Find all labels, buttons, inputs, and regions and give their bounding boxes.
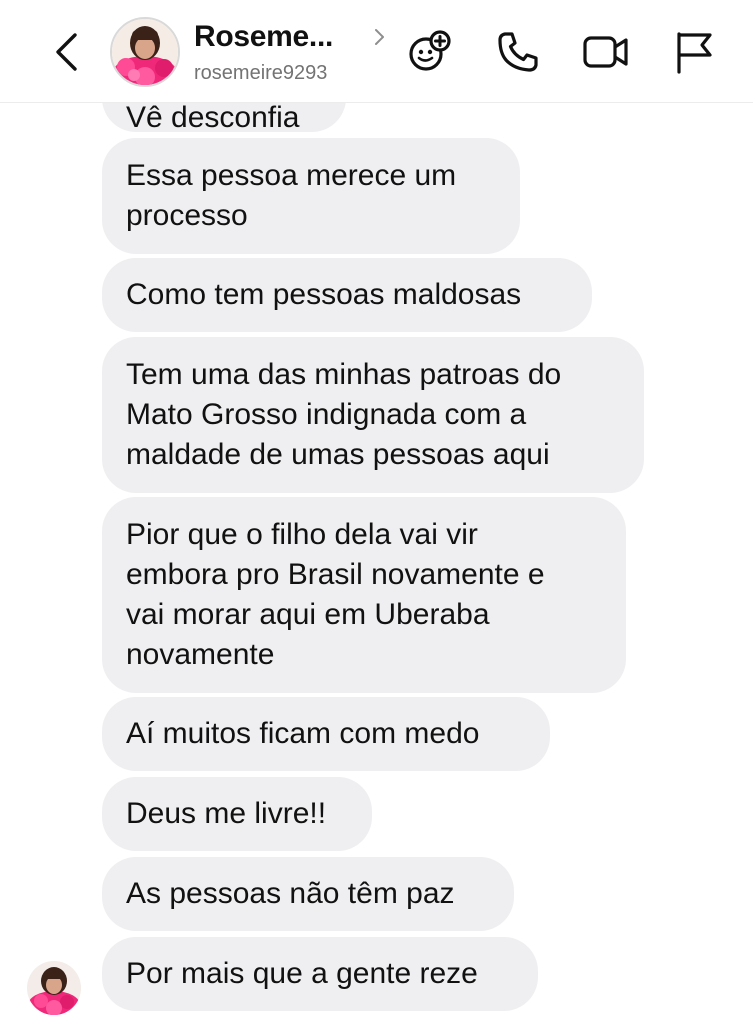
message-text: Deus me livre!!	[126, 797, 327, 830]
message-bubble[interactable]: Aí muitos ficam com medo	[102, 697, 550, 771]
message-bubble[interactable]: Pior que o filho dela vai vir embora pro…	[102, 497, 626, 693]
back-chevron-icon	[56, 33, 77, 71]
profile-avatar[interactable]	[110, 17, 180, 87]
message-text: Como tem pessoas maldosas	[126, 278, 522, 311]
avatar-photo	[27, 961, 81, 1015]
sender-avatar[interactable]	[27, 961, 81, 1015]
message-bubble[interactable]: Essa pessoa merece um processo	[102, 138, 520, 254]
message-text: Aí muitos ficam com medo	[126, 717, 480, 750]
game-controller-icon	[409, 30, 451, 71]
flag-icon	[677, 32, 712, 74]
message-bubble[interactable]: Por mais que a gente reze	[102, 937, 538, 1011]
message-text: Por mais que a gente reze	[126, 957, 478, 990]
back-button[interactable]	[44, 28, 88, 76]
message-text: Tem uma das minhas patroas do Mato Gross…	[126, 358, 562, 471]
chevron-right-icon	[375, 29, 384, 45]
message-text: Pior que o filho dela vai vir embora pro…	[126, 518, 545, 671]
message-text: Essa pessoa merece um processo	[126, 159, 457, 232]
message-bubble[interactable]: Tem uma das minhas patroas do Mato Gross…	[102, 337, 644, 493]
voice-call-button[interactable]	[494, 28, 542, 76]
games-button[interactable]	[406, 28, 454, 76]
message-text: As pessoas não têm paz	[126, 877, 455, 910]
message-bubble[interactable]: Deus me livre!!	[102, 777, 372, 851]
message-bubble[interactable]: As pessoas não têm paz	[102, 857, 514, 931]
avatar-photo	[112, 19, 178, 85]
profile-name[interactable]: Roseme...	[194, 20, 333, 54]
chat-header: Roseme... rosemeire9293	[0, 0, 753, 103]
message-text: Vê desconfia	[126, 101, 300, 132]
profile-username: rosemeire9293	[194, 62, 328, 84]
phone-icon	[498, 32, 538, 72]
report-button[interactable]	[670, 28, 718, 76]
message-thread[interactable]: Vê desconfia Essa pessoa merece um proce…	[0, 0, 753, 1024]
video-call-button[interactable]	[582, 28, 630, 76]
message-bubble[interactable]: Como tem pessoas maldosas	[102, 258, 592, 332]
video-camera-icon	[583, 36, 628, 68]
